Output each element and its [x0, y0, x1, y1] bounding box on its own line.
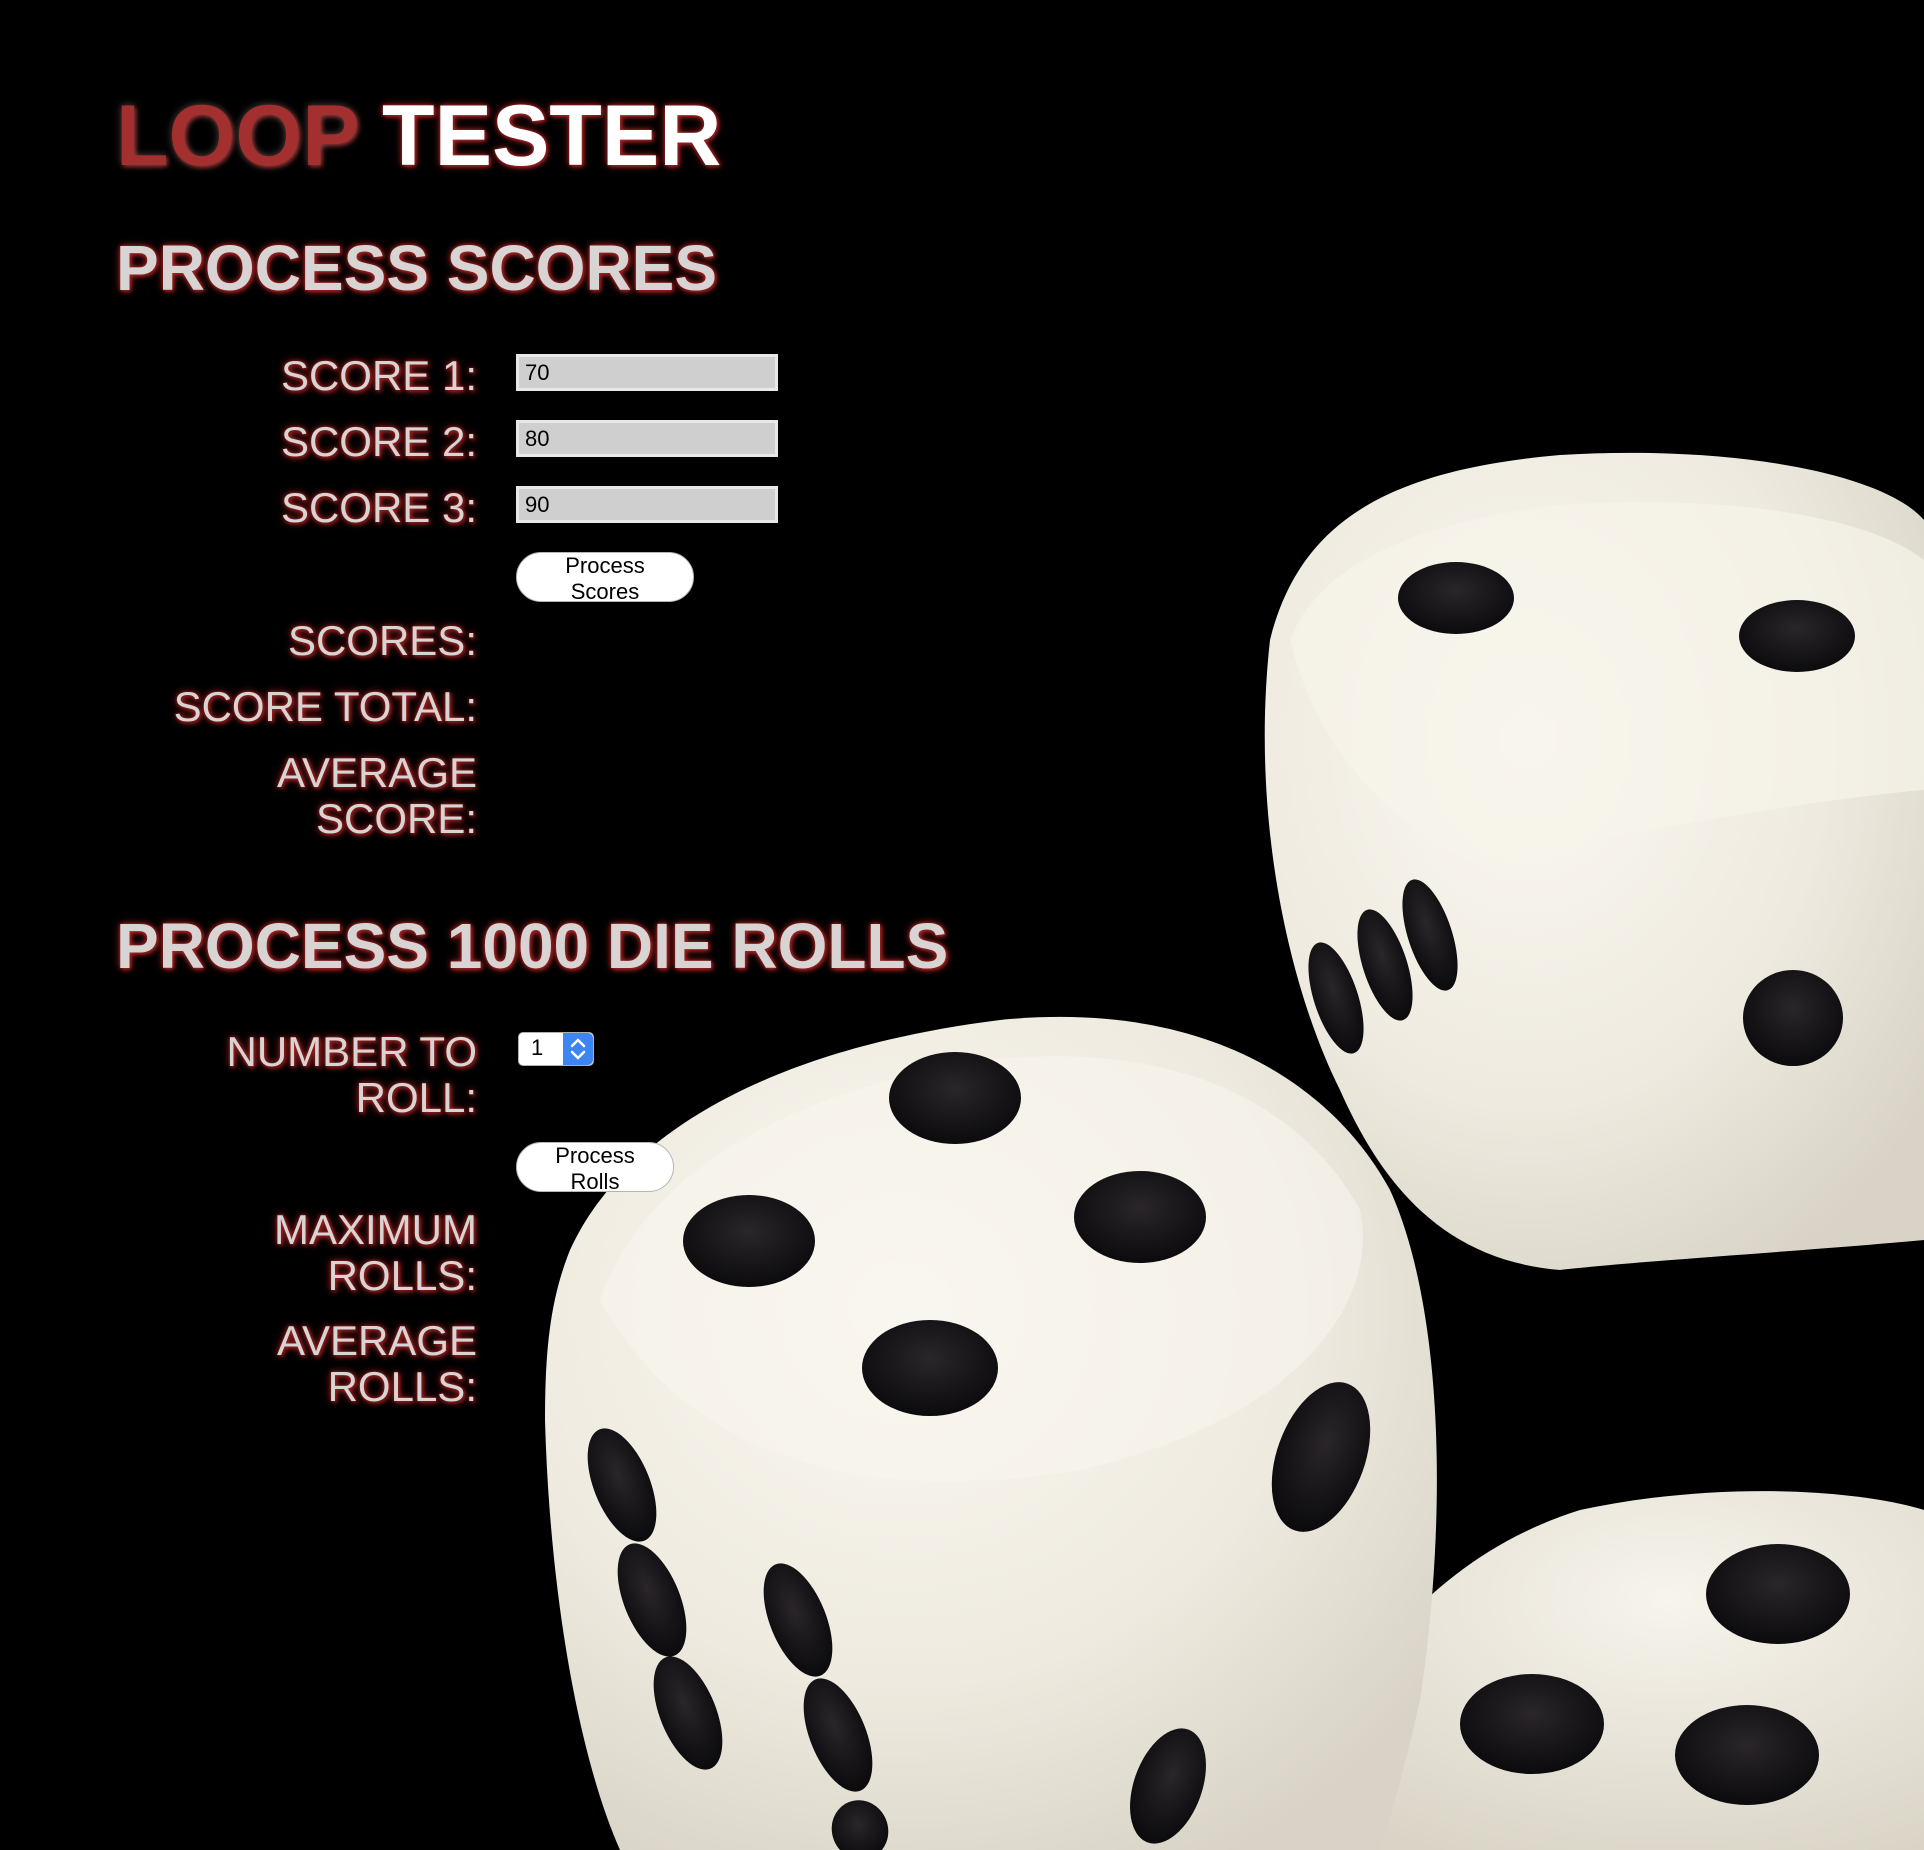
- maximum-rolls-label-line1: MAXIMUM: [274, 1206, 477, 1253]
- number-to-roll-label: NUMBER TO ROLL:: [117, 1029, 477, 1121]
- score2-label: SCORE 2:: [280, 418, 477, 465]
- scores-label: SCORES:: [287, 617, 477, 664]
- number-to-roll-label-line2: ROLL:: [355, 1074, 477, 1121]
- number-to-roll-selected-value: 1: [531, 1035, 544, 1060]
- maximum-rolls-label: MAXIMUM ROLLS:: [117, 1207, 477, 1299]
- score1-input[interactable]: [516, 354, 778, 391]
- average-rolls-label-line1: AVERAGE: [277, 1317, 477, 1364]
- score3-input[interactable]: [516, 486, 778, 523]
- average-score-label-line2: SCORE:: [315, 795, 477, 842]
- score3-label: SCORE 3:: [280, 484, 477, 531]
- process-scores-heading: PROCESS SCORES: [116, 232, 718, 304]
- score1-label: SCORE 1:: [280, 352, 477, 399]
- average-score-label-line1: AVERAGE: [277, 749, 477, 796]
- number-to-roll-label-line1: NUMBER TO: [226, 1028, 477, 1075]
- app-title-loop: LOOP: [116, 88, 359, 184]
- average-score-label: AVERAGE SCORE:: [117, 750, 477, 842]
- process-rolls-heading: PROCESS 1000 DIE ROLLS: [116, 910, 949, 982]
- page-content: LOOP TESTER PROCESS SCORES SCORE 1: SCOR…: [0, 0, 1924, 1850]
- average-rolls-label-line2: ROLLS:: [327, 1363, 477, 1410]
- process-scores-button[interactable]: Process Scores: [516, 552, 694, 604]
- score-total-label: SCORE TOTAL:: [173, 683, 477, 730]
- process-rolls-button[interactable]: Process Rolls: [516, 1142, 674, 1194]
- average-rolls-label: AVERAGE ROLLS:: [117, 1318, 477, 1410]
- score2-input[interactable]: [516, 420, 778, 457]
- number-to-roll-select[interactable]: 1: [518, 1032, 594, 1066]
- app-title-tester: TESTER: [382, 88, 722, 184]
- select-arrows-icon: [563, 1033, 593, 1065]
- maximum-rolls-label-line2: ROLLS:: [327, 1252, 477, 1299]
- app-title: LOOP TESTER: [116, 88, 721, 184]
